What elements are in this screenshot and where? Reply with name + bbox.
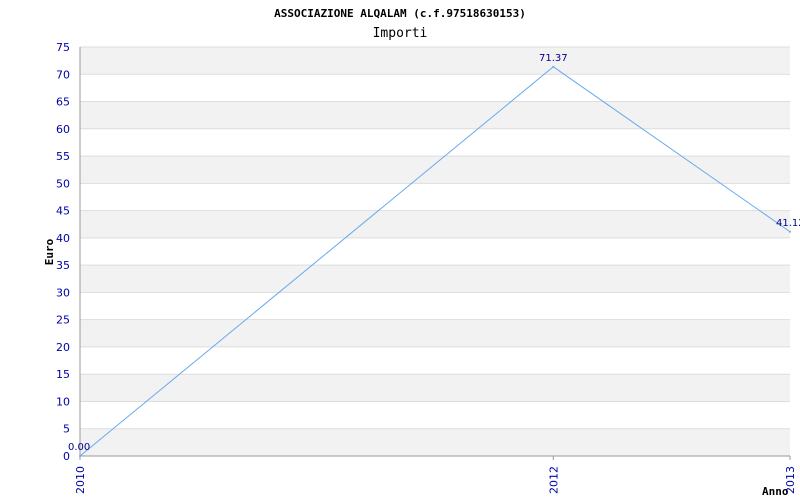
data-label: 41.12 — [776, 218, 800, 229]
y-tick-label: 50 — [56, 177, 70, 190]
y-tick-label: 5 — [63, 423, 70, 436]
data-point — [79, 455, 81, 457]
data-point — [552, 65, 555, 68]
chart: 051015202530354045505560657075 2010 2012 2… — [43, 7, 800, 498]
y-tick-labels: 051015202530354045505560657075 — [56, 41, 70, 463]
x-tick-label: 2012 — [547, 466, 560, 494]
chart-title: ASSOCIAZIONE ALQALAM (c.f.97518630153) — [274, 7, 526, 20]
grid-band — [80, 265, 790, 293]
y-tick-label: 40 — [56, 232, 70, 245]
y-tick-label: 15 — [56, 368, 70, 381]
y-tick-label: 25 — [56, 314, 70, 327]
grid-band — [80, 374, 790, 402]
y-tick-label: 75 — [56, 41, 70, 54]
grid-bands — [80, 47, 790, 456]
y-tick-label: 55 — [56, 150, 70, 163]
y-tick-label: 45 — [56, 205, 70, 218]
y-tick-label: 65 — [56, 96, 70, 109]
grid-band — [80, 428, 790, 456]
grid-band — [80, 319, 790, 347]
y-tick-label: 35 — [56, 259, 70, 272]
chart-subtitle: Importi — [373, 26, 428, 41]
grid-band — [80, 101, 790, 129]
x-tick-labels: 2010 2012 2013 — [74, 456, 797, 494]
y-axis-label: Euro — [43, 238, 56, 265]
data-label: 0.00 — [68, 442, 90, 453]
y-tick-label: 70 — [56, 68, 70, 81]
y-tick-label: 20 — [56, 341, 70, 354]
data-point — [789, 230, 791, 233]
grid-band — [80, 210, 790, 238]
grid-band — [80, 156, 790, 184]
y-tick-label: 10 — [56, 395, 70, 408]
y-tick-label: 30 — [56, 286, 70, 299]
x-axis-label: Anno — [762, 485, 789, 498]
x-tick-label: 2010 — [74, 466, 87, 494]
data-label: 71.37 — [539, 53, 568, 64]
y-tick-label: 60 — [56, 123, 70, 136]
grid-band — [80, 47, 790, 75]
